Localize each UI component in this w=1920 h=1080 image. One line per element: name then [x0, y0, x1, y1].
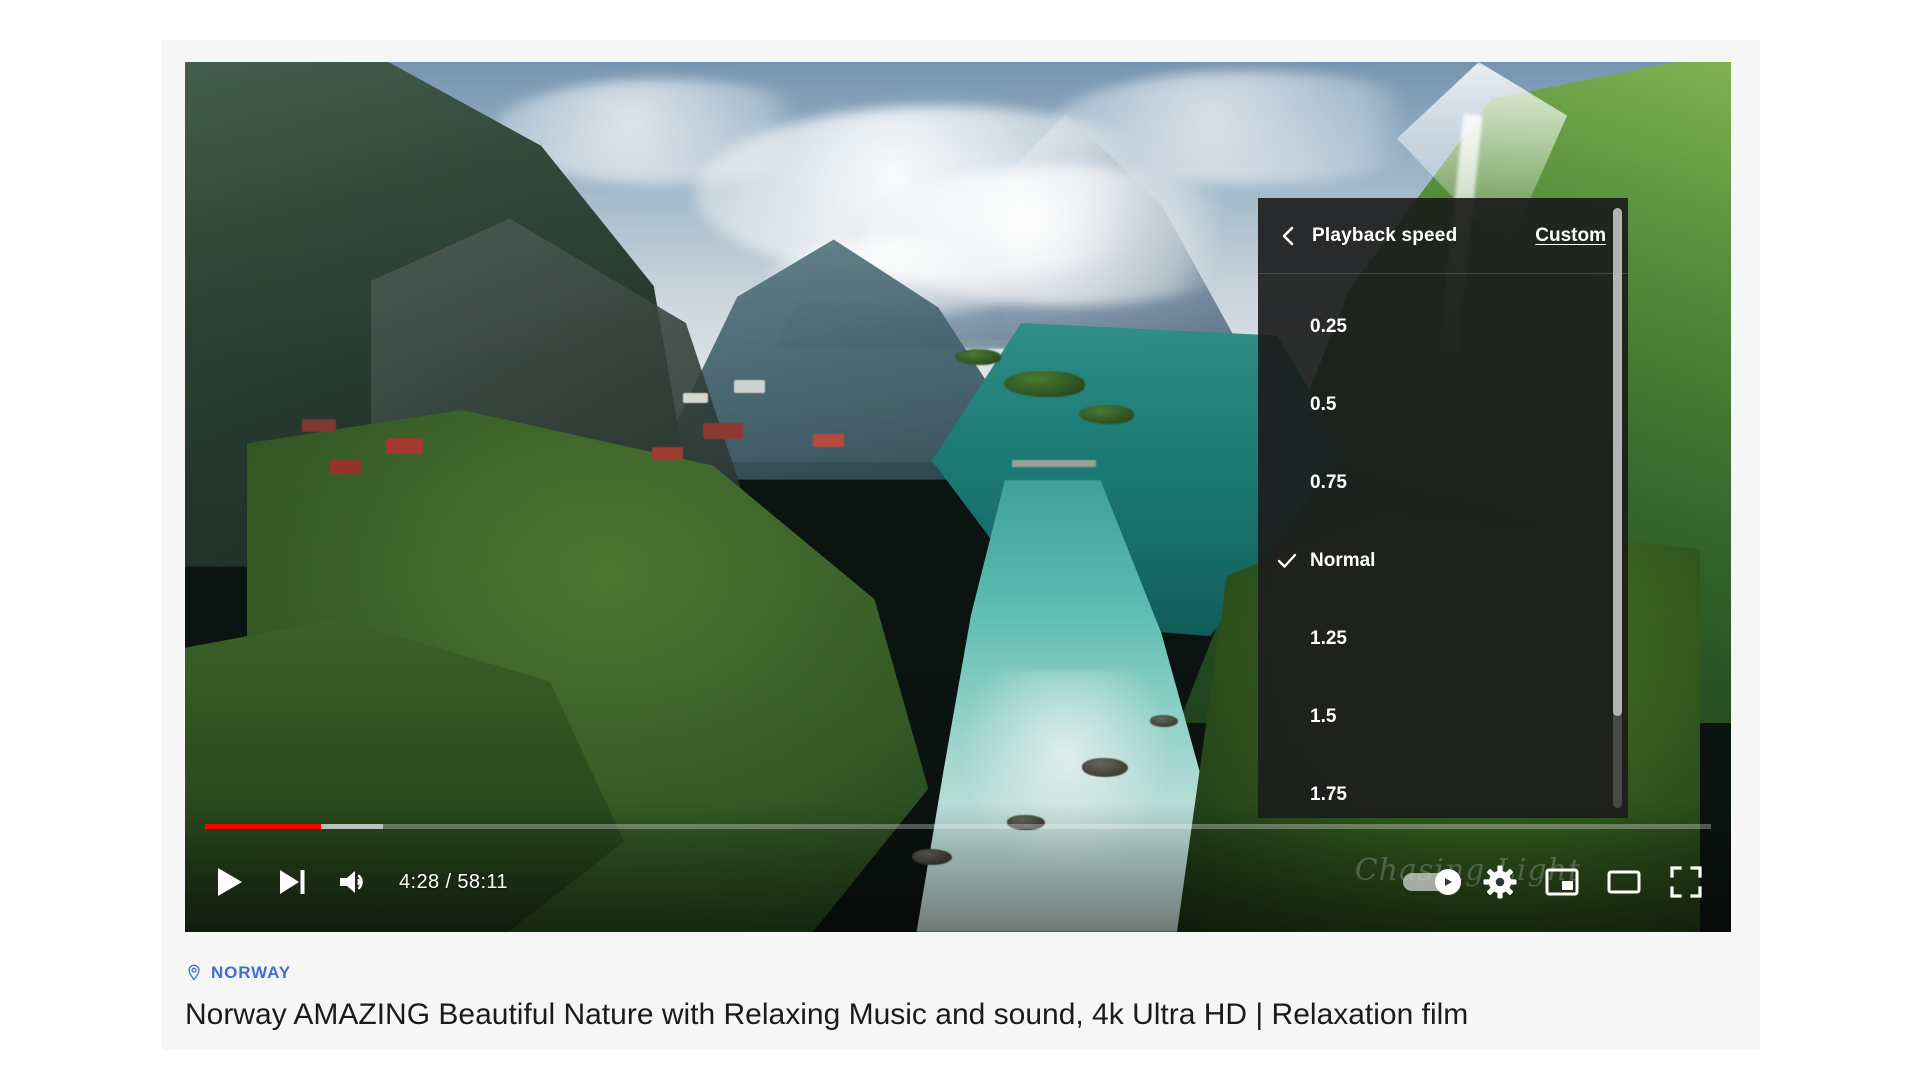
next-video-button[interactable] — [261, 851, 323, 913]
speed-option-label: 1.75 — [1310, 784, 1347, 805]
speed-option-0.5[interactable]: 0.5 — [1258, 366, 1628, 444]
settings-button[interactable] — [1469, 851, 1531, 913]
playback-speed-menu[interactable]: Playback speed Custom 0.25 0.5 0.75 Norm… — [1258, 198, 1628, 818]
speed-option-list: 0.25 0.5 0.75 Normal 1.25 1.5 1.75 — [1258, 274, 1628, 818]
small-island — [954, 349, 1002, 365]
speed-option-label: 1.25 — [1310, 628, 1347, 649]
custom-speed-link[interactable]: Custom — [1535, 225, 1606, 247]
river-rock — [1081, 758, 1129, 778]
river-rock — [1149, 714, 1178, 727]
menu-scrollbar-thumb[interactable] — [1613, 208, 1622, 716]
red-roof-house — [302, 418, 337, 432]
video-meta: NORWAY Norway AMAZING Beautiful Nature w… — [185, 960, 1731, 1034]
menu-scrollbar[interactable] — [1613, 208, 1622, 808]
speed-option-label: 0.25 — [1310, 316, 1347, 337]
play-button[interactable] — [199, 851, 261, 913]
page-root: Chasing Light Playback speed Custom 0.25 — [0, 0, 1920, 1080]
speed-option-1.75[interactable]: 1.75 — [1258, 756, 1628, 818]
toggle-knob — [1435, 869, 1461, 895]
speed-option-0.75[interactable]: 0.75 — [1258, 444, 1628, 522]
place-label[interactable]: NORWAY — [211, 963, 291, 983]
menu-header: Playback speed Custom — [1258, 198, 1628, 274]
rapids — [958, 671, 1175, 880]
speed-option-label: 1.5 — [1310, 706, 1337, 727]
menu-title: Playback speed — [1312, 224, 1458, 246]
fullscreen-button[interactable] — [1655, 851, 1717, 913]
time-display: 4:28 / 58:11 — [399, 870, 508, 893]
speed-option-label: Normal — [1310, 550, 1376, 571]
back-chevron-icon[interactable] — [1276, 223, 1302, 249]
progress-played — [205, 824, 321, 829]
place-row[interactable]: NORWAY — [185, 960, 1731, 986]
speed-option-label: 0.75 — [1310, 472, 1347, 493]
red-roof-house — [812, 434, 844, 447]
progress-track[interactable] — [205, 824, 1711, 829]
volume-button[interactable] — [323, 851, 385, 913]
video-player[interactable]: Chasing Light Playback speed Custom 0.25 — [185, 62, 1731, 932]
miniplayer-button[interactable] — [1531, 851, 1593, 913]
speed-option-1.25[interactable]: 1.25 — [1258, 600, 1628, 678]
toggle-body — [1403, 869, 1461, 895]
speed-option-normal[interactable]: Normal — [1258, 522, 1628, 600]
red-roof-house — [651, 446, 683, 460]
red-roof-house — [385, 437, 424, 455]
speed-option-0.25[interactable]: 0.25 — [1258, 288, 1628, 366]
speed-option-label: 0.5 — [1310, 394, 1337, 415]
small-island — [1078, 404, 1135, 424]
checkmark-icon — [1276, 550, 1310, 572]
building — [682, 392, 708, 404]
building — [733, 380, 765, 393]
red-roof-house — [330, 460, 362, 475]
autoplay-toggle[interactable] — [1395, 851, 1469, 913]
theater-mode-button[interactable] — [1593, 851, 1655, 913]
speed-option-1.5[interactable]: 1.5 — [1258, 678, 1628, 756]
video-title[interactable]: Norway AMAZING Beautiful Nature with Rel… — [185, 996, 1731, 1034]
bridge — [1012, 460, 1096, 468]
red-roof-house — [702, 423, 744, 439]
control-buttons-row: 4:28 / 58:11 — [199, 850, 1717, 914]
location-pin-icon — [188, 964, 200, 981]
small-island — [1004, 370, 1085, 397]
progress-bar[interactable] — [205, 824, 1711, 829]
